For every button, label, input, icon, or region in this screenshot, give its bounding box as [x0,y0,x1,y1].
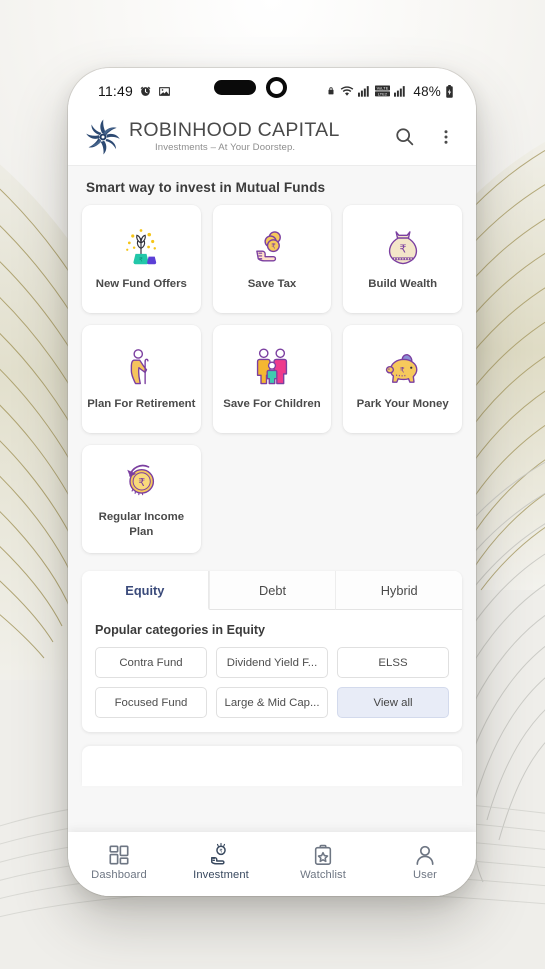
app-bar: ROBINHOOD CAPITAL Investments – At Your … [68,108,476,166]
category-chip-grid: Contra Fund Dividend Yield F... ELSS Foc… [82,647,462,732]
chip-contra-fund[interactable]: Contra Fund [95,647,207,678]
status-bar-right: VoLTE LTE2 48% [326,84,454,99]
volte-icon: VoLTE LTE2 [375,85,391,97]
nav-label: User [412,868,438,881]
goal-card-save-for-children[interactable]: Save For Children [212,325,332,433]
svg-text:₹: ₹ [271,243,276,251]
main-scroll-area[interactable]: Smart way to invest in Mutual Funds ₹ Ne… [68,166,476,896]
next-section-peek [82,746,462,786]
hand-coins-icon: ₹ [250,224,294,270]
svg-text:₹: ₹ [139,257,143,264]
goal-card-build-wealth[interactable]: ₹ Build Wealth [343,205,462,313]
chip-elss[interactable]: ELSS [337,647,449,678]
svg-text:₹: ₹ [139,478,146,490]
category-tabs: Equity Debt Hybrid [82,571,462,610]
user-person-icon [414,842,436,866]
elderly-person-icon [119,344,163,390]
status-bar-left: 11:49 [98,83,171,99]
battery-charging-icon [445,84,454,98]
goal-card-label: Save Tax [247,278,297,291]
signal-two-icon [394,85,407,97]
nav-item-user[interactable]: User [374,842,476,881]
rupee-coin-refresh-icon: ₹ [119,457,163,503]
battery-percent: 48% [413,83,441,99]
grid-dashboard-icon [108,842,130,866]
nav-item-dashboard[interactable]: Dashboard [68,842,170,881]
chip-view-all[interactable]: View all [337,687,449,718]
signal-one-icon [358,85,371,97]
alarm-icon [139,85,152,98]
nav-label: Investment [193,868,249,881]
money-bag-icon: ₹ [381,224,425,270]
goal-card-label: Park Your Money [356,398,449,411]
svg-text:₹: ₹ [400,366,405,375]
goal-card-label: Save For Children [223,398,321,411]
piggy-bank-icon: ₹ [381,344,425,390]
camera-pill [214,80,256,95]
categories-heading: Popular categories in Equity [95,623,266,637]
more-vertical-icon[interactable] [430,121,462,153]
nav-item-watchlist[interactable]: Watchlist [272,842,374,881]
lock-icon [326,85,336,97]
goal-card-label: Build Wealth [368,278,438,291]
gallery-icon [158,85,171,98]
bottom-navigation-bar: Dashboard ₹ Investment Watchlist User [68,832,476,896]
svg-text:VoLTE: VoLTE [377,87,389,91]
nav-label: Dashboard [91,868,147,881]
money-plant-icon: ₹ [119,224,163,270]
chip-dividend-yield[interactable]: Dividend Yield F... [216,647,328,678]
tab-hybrid[interactable]: Hybrid [335,571,462,610]
page-title: Smart way to invest in Mutual Funds [86,180,326,195]
goal-card-plan-for-retirement[interactable]: Plan For Retirement [82,325,201,433]
goal-card-park-your-money[interactable]: ₹ Park Your Money [343,325,462,433]
brand-name: ROBINHOOD CAPITAL [129,119,340,142]
goal-card-label: Regular Income Plan [98,511,185,538]
goal-card-regular-income-plan[interactable]: ₹ Regular Income Plan [82,445,201,553]
wifi-icon [340,85,354,97]
goal-card-new-fund-offers[interactable]: ₹ New Fund Offers [82,205,201,313]
hand-investment-icon: ₹ [209,842,233,866]
brand-tagline: Investments – At Your Doorstep. [155,141,296,153]
status-bar: 11:49 VoLTE LTE2 48% [68,68,476,108]
goal-card-grid: ₹ New Fund Offers ₹ Save Tax ₹ Build Wea… [68,205,476,553]
goal-card-label: Plan For Retirement [87,398,196,411]
svg-text:LTE2: LTE2 [378,92,387,96]
app-bar-actions [388,121,462,153]
chip-large-and-mid-cap[interactable]: Large & Mid Cap... [216,687,328,718]
robinhood-spiral-logo [84,118,122,156]
popular-categories-panel: Equity Debt Hybrid Popular categories in… [82,571,462,732]
status-time: 11:49 [98,83,133,99]
svg-text:₹: ₹ [219,848,222,854]
goal-card-label: New Fund Offers [95,278,187,291]
tab-equity[interactable]: Equity [82,571,209,610]
nav-item-investment[interactable]: ₹ Investment [170,842,272,881]
goal-card-save-tax[interactable]: ₹ Save Tax [212,205,332,313]
camera-punch-hole [266,77,287,98]
nav-label: Watchlist [300,868,346,881]
clipboard-star-icon [312,842,334,866]
search-icon[interactable] [388,121,420,153]
family-icon [250,344,294,390]
phone-device: 11:49 VoLTE LTE2 48% ROBINHOOD CAPITAL I… [68,68,476,896]
tab-debt[interactable]: Debt [208,571,336,610]
brand-block: ROBINHOOD CAPITAL Investments – At Your … [129,120,340,153]
svg-text:₹: ₹ [399,244,406,256]
chip-focused-fund[interactable]: Focused Fund [95,687,207,718]
